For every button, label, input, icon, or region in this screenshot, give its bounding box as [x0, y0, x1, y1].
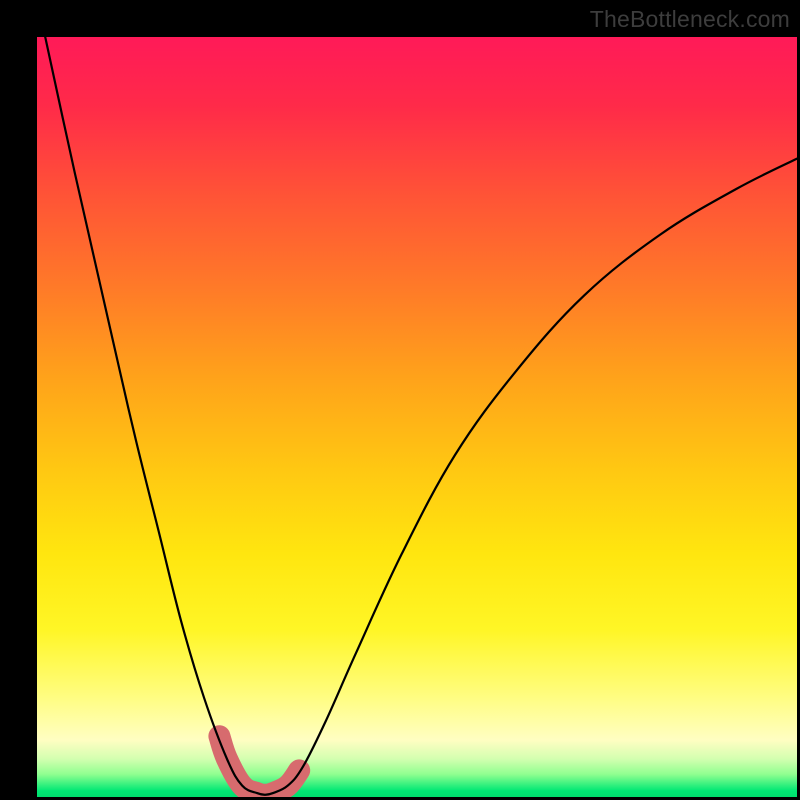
bottleneck-curve	[37, 37, 797, 795]
watermark-text: TheBottleneck.com	[590, 6, 790, 33]
chart-stage: TheBottleneck.com	[0, 0, 800, 800]
plot-area	[37, 37, 797, 797]
curve-layer	[37, 37, 797, 797]
